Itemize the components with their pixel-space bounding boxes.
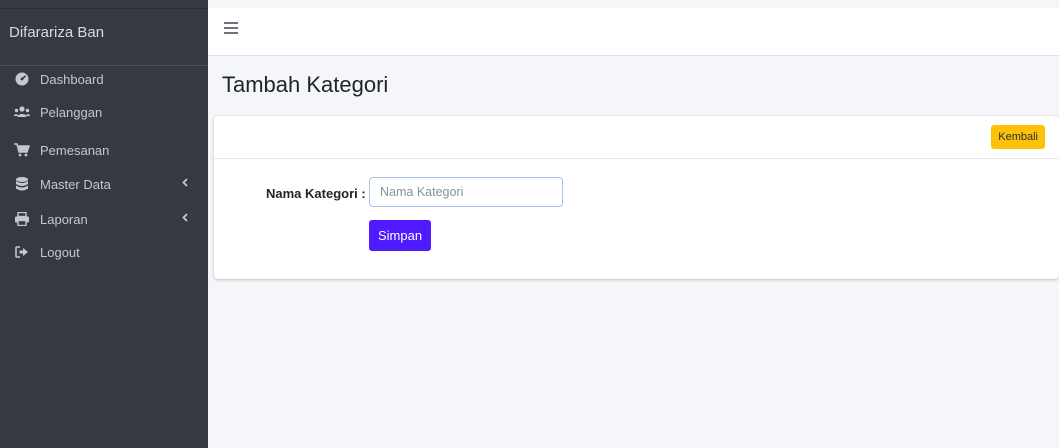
hamburger-menu-icon[interactable] — [224, 22, 238, 37]
form-card: Kembali Nama Kategori : Simpan — [214, 116, 1059, 279]
sidebar-item-master-data[interactable]: Master Data — [0, 166, 208, 202]
sidebar: Difarariza Ban Dashboard Pelanggan Pemes… — [0, 0, 208, 448]
print-icon — [12, 212, 32, 226]
sign-out-icon — [12, 246, 32, 258]
brand-title[interactable]: Difarariza Ban — [0, 0, 208, 66]
sidebar-item-logout[interactable]: Logout — [0, 234, 208, 270]
shopping-cart-icon — [12, 143, 32, 157]
save-button[interactable]: Simpan — [369, 220, 432, 251]
top-navbar — [208, 8, 1059, 56]
sidebar-item-label: Dashboard — [40, 71, 104, 87]
database-icon — [12, 177, 32, 191]
users-icon — [12, 106, 32, 118]
sidebar-item-label: Laporan — [40, 211, 88, 227]
sidebar-item-label: Master Data — [40, 176, 111, 192]
sidebar-item-label: Logout — [40, 244, 80, 260]
sidebar-item-pelanggan[interactable]: Pelanggan — [0, 94, 208, 130]
sidebar-item-dashboard[interactable]: Dashboard — [0, 61, 208, 97]
chevron-left-icon — [182, 213, 188, 225]
page-title: Tambah Kategori — [222, 72, 389, 97]
sidebar-item-label: Pemesanan — [40, 142, 110, 158]
sidebar-item-pemesanan[interactable]: Pemesanan — [0, 132, 208, 168]
sidebar-item-label: Pelanggan — [40, 104, 103, 120]
nama-kategori-input[interactable] — [369, 177, 563, 207]
brand-divider — [0, 8, 208, 9]
tachometer-icon — [12, 72, 32, 86]
nama-kategori-label: Nama Kategori : — [266, 186, 366, 201]
back-button[interactable]: Kembali — [991, 125, 1045, 149]
sidebar-item-laporan[interactable]: Laporan — [0, 201, 208, 237]
chevron-left-icon — [182, 178, 188, 190]
card-header: Kembali — [214, 116, 1059, 159]
